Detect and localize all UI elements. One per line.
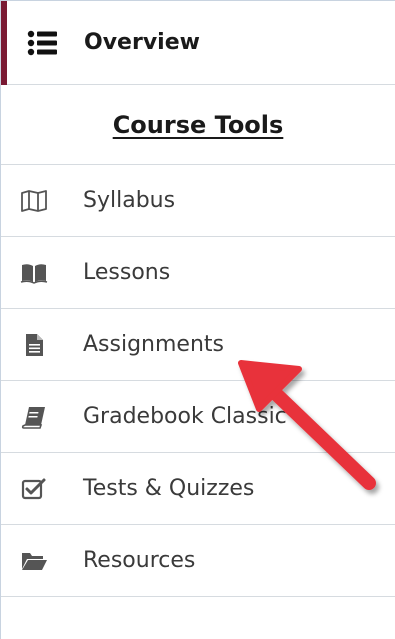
nav-item-lessons-label: Lessons [83, 260, 171, 285]
course-sidebar: Overview Course Tools Syllabus Lessons A… [0, 0, 395, 639]
nav-item-tests-quizzes-label: Tests & Quizzes [83, 476, 255, 501]
folder-open-icon [20, 548, 48, 574]
map-icon [20, 188, 48, 214]
book-open-icon [20, 260, 48, 286]
overview-label: Overview [84, 30, 200, 55]
list-icon [27, 30, 59, 56]
nav-item-gradebook-classic-label: Gradebook Classic [83, 404, 287, 429]
nav-item-assignments[interactable]: Assignments [1, 309, 395, 381]
document-icon [20, 332, 48, 358]
nav-item-assignments-label: Assignments [83, 332, 224, 357]
overview-link[interactable]: Overview [1, 1, 395, 85]
nav-item-syllabus-label: Syllabus [83, 188, 176, 213]
nav-item-resources[interactable]: Resources [1, 525, 395, 597]
book-icon [20, 404, 48, 430]
nav-item-syllabus[interactable]: Syllabus [1, 165, 395, 237]
checkbox-icon [20, 476, 48, 502]
nav-item-resources-label: Resources [83, 548, 196, 573]
course-tools-header: Course Tools [1, 85, 395, 165]
nav-item-gradebook-classic[interactable]: Gradebook Classic [1, 381, 395, 453]
nav-item-lessons[interactable]: Lessons [1, 237, 395, 309]
course-tools-title: Course Tools [112, 110, 284, 139]
nav-item-tests-quizzes[interactable]: Tests & Quizzes [1, 453, 395, 525]
